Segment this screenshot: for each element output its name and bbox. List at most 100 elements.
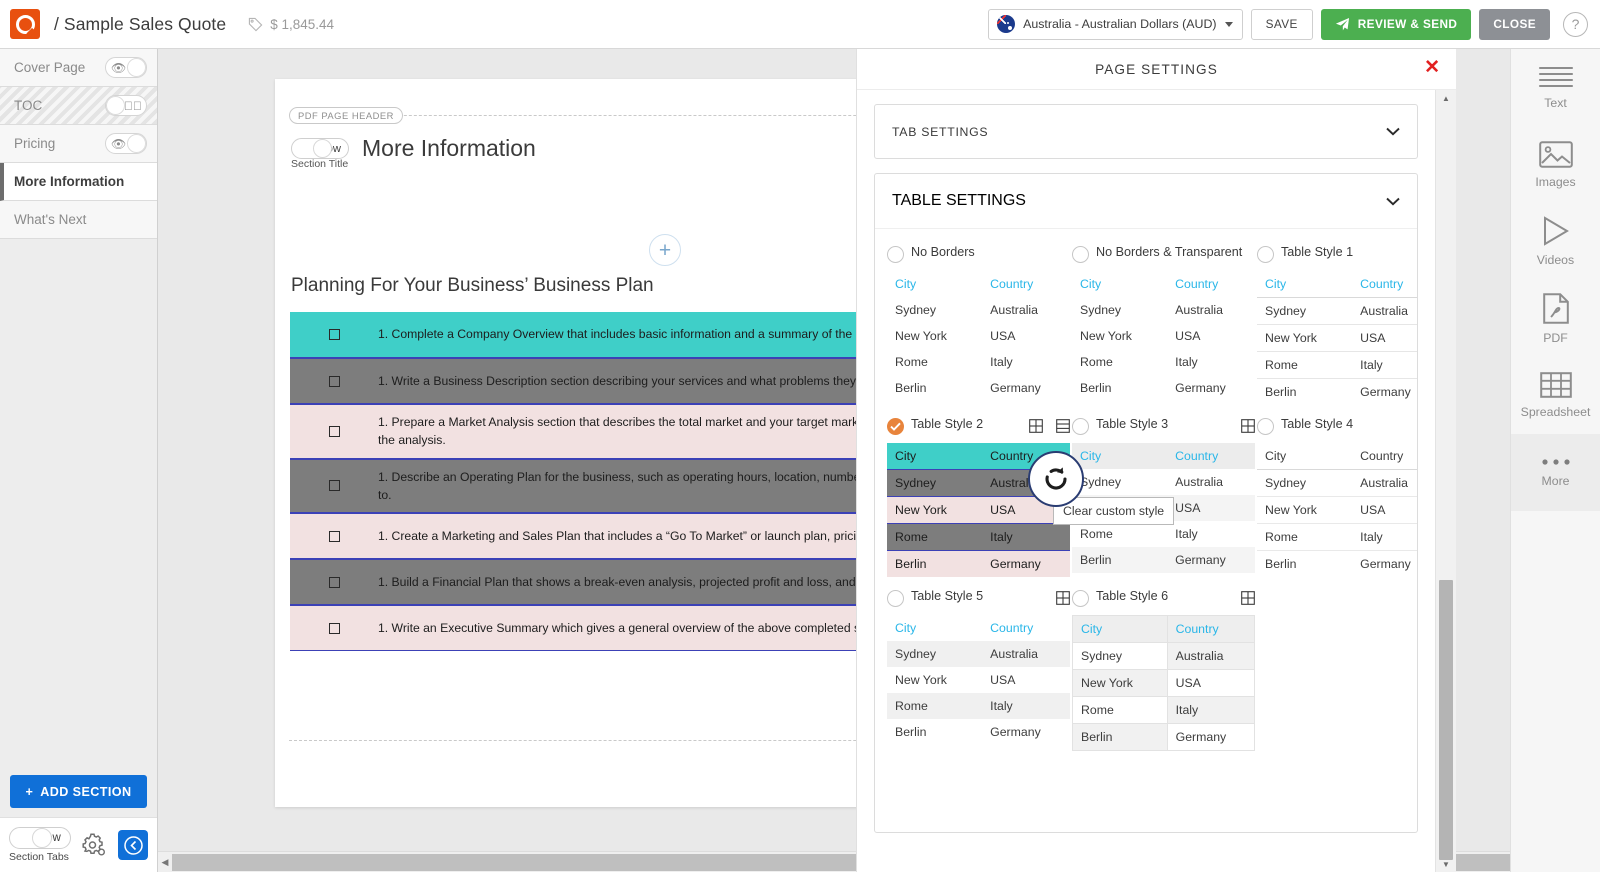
radio-checked-icon[interactable]: [887, 418, 904, 435]
radio-icon[interactable]: [1072, 418, 1089, 435]
visibility-toggle-toc[interactable]: 👁⃠: [105, 95, 147, 116]
scroll-left-arrow-icon[interactable]: ◀: [158, 857, 172, 868]
tag-icon: [248, 17, 263, 32]
table-preview-column-header: Country: [982, 271, 1070, 297]
table-preview-cell: Australia: [1167, 643, 1254, 670]
table-preview-row: RomeItaly: [887, 524, 1070, 551]
app-logo-icon[interactable]: [10, 9, 40, 39]
vertical-scroll-thumb[interactable]: [1439, 580, 1453, 860]
tool-label: Videos: [1537, 253, 1574, 267]
tool-images[interactable]: Images: [1511, 126, 1600, 203]
table-settings-label: TABLE SETTINGS: [892, 192, 1026, 210]
add-block-button[interactable]: +: [649, 234, 681, 266]
table-style-option-header: Table Style 5: [887, 589, 1070, 607]
document-title[interactable]: / Sample Sales Quote: [54, 14, 226, 35]
tool-videos[interactable]: Videos: [1511, 203, 1600, 280]
table-settings-header[interactable]: TABLE SETTINGS: [875, 174, 1417, 229]
table-style-option-7[interactable]: Table Style 5CityCountrySydneyAustraliaN…: [887, 589, 1070, 751]
table-style-option-2[interactable]: No Borders & TransparentCityCountrySydne…: [1072, 245, 1255, 405]
table-grid-icon[interactable]: [1029, 419, 1043, 433]
table-preview-cell: Australia: [1352, 298, 1418, 325]
row-checkbox-cell[interactable]: [290, 376, 378, 387]
radio-icon[interactable]: [887, 246, 904, 263]
table-preview-cell: Germany: [982, 375, 1070, 401]
table-grid-icon[interactable]: [1241, 419, 1255, 433]
review-and-send-label: REVIEW & SEND: [1358, 17, 1458, 31]
radio-icon[interactable]: [1257, 246, 1274, 263]
row-checkbox-cell[interactable]: [290, 480, 378, 491]
save-button[interactable]: SAVE: [1251, 9, 1313, 40]
row-checkbox-cell[interactable]: [290, 426, 378, 437]
checkbox-icon[interactable]: [329, 480, 340, 491]
checkbox-icon[interactable]: [329, 531, 340, 542]
page-settings-scrollbar[interactable]: ▲ ▼: [1435, 90, 1456, 872]
table-preview-row: New YorkUSA: [1073, 670, 1255, 697]
table-preview-cell: Italy: [1352, 352, 1418, 379]
clear-custom-style-button[interactable]: [1056, 419, 1070, 433]
table-preview-row: RomeItaly: [887, 349, 1070, 375]
radio-icon[interactable]: [1072, 590, 1089, 607]
table-preview-header-row: CityCountry: [1072, 443, 1255, 469]
table-preview-row: SydneyAustralia: [887, 641, 1070, 667]
table-style-option-8[interactable]: Table Style 6CityCountrySydneyAustraliaN…: [1072, 589, 1255, 751]
close-icon[interactable]: ✕: [1424, 58, 1440, 77]
currency-select[interactable]: Australia - Australian Dollars (AUD): [988, 9, 1243, 40]
row-checkbox-cell[interactable]: [290, 531, 378, 542]
table-preview-cell: Germany: [1352, 379, 1418, 406]
section-title-show-toggle[interactable]: Show: [291, 138, 349, 159]
table-style-option-1[interactable]: No BordersCityCountrySydneyAustraliaNew …: [887, 245, 1070, 405]
table-preview-column-header: City: [1073, 616, 1168, 643]
table-grid-icon[interactable]: [1241, 591, 1255, 605]
checkbox-icon[interactable]: [329, 623, 340, 634]
row-checkbox-cell[interactable]: [290, 329, 378, 340]
section-tabs-toggle[interactable]: Show: [9, 827, 71, 849]
eye-icon: 👁: [111, 138, 126, 150]
review-and-send-button[interactable]: REVIEW & SEND: [1321, 9, 1472, 40]
add-section-button[interactable]: + ADD SECTION: [10, 775, 147, 808]
row-checkbox-cell[interactable]: [290, 623, 378, 634]
table-style-option-3[interactable]: Table Style 1CityCountrySydneyAustraliaN…: [1257, 245, 1418, 405]
table-preview-cell: USA: [1167, 323, 1255, 349]
sidebar-item-pricing[interactable]: Pricing 👁: [0, 125, 157, 163]
tool-more[interactable]: More: [1511, 434, 1600, 511]
content-heading[interactable]: Planning For Your Business’ Business Pla…: [291, 275, 654, 297]
chevron-down-icon: [1225, 22, 1233, 27]
chevron-down-icon: [1386, 127, 1400, 136]
sidebar-item-toc[interactable]: TOC 👁⃠: [0, 87, 157, 125]
reset-circular-arrow-icon[interactable]: [1041, 464, 1071, 494]
help-icon[interactable]: ?: [1563, 12, 1588, 37]
table-grid-icon[interactable]: [1056, 591, 1070, 605]
sidebar-item-more-information[interactable]: More Information: [0, 163, 157, 201]
row-checkbox-cell[interactable]: [290, 577, 378, 588]
tab-settings-accordion[interactable]: TAB SETTINGS: [874, 104, 1418, 159]
scroll-down-arrow-icon[interactable]: ▼: [1436, 856, 1456, 872]
checkbox-icon[interactable]: [329, 426, 340, 437]
sidebar-item-cover-page[interactable]: Cover Page 👁: [0, 49, 157, 87]
checkbox-icon[interactable]: [329, 329, 340, 340]
table-style-option-6[interactable]: Table Style 4CityCountrySydneyAustraliaN…: [1257, 417, 1418, 577]
table-preview-row: RomeItaly: [1257, 352, 1418, 379]
tool-spreadsheet[interactable]: Spreadsheet: [1511, 357, 1600, 434]
table-style-name: Table Style 1: [1281, 245, 1353, 261]
radio-icon[interactable]: [1257, 418, 1274, 435]
visibility-toggle-cover-page[interactable]: 👁: [105, 57, 147, 78]
collapse-sidebar-button[interactable]: [118, 830, 148, 860]
tool-text[interactable]: Text: [1511, 49, 1600, 126]
table-preview-column-header: City: [1072, 271, 1167, 297]
table-preview-cell: Italy: [982, 349, 1070, 375]
checkbox-icon[interactable]: [329, 376, 340, 387]
table-preview-cell: Berlin: [1073, 724, 1168, 751]
circle-arrow-left-icon: [124, 836, 143, 855]
table-preview-row: SydneyAustralia: [1073, 643, 1255, 670]
settings-gear-button[interactable]: [80, 832, 106, 858]
sidebar-item-whats-next[interactable]: What's Next: [0, 201, 157, 239]
checkbox-icon[interactable]: [329, 577, 340, 588]
tool-pdf[interactable]: PDF: [1511, 280, 1600, 357]
visibility-toggle-pricing[interactable]: 👁: [105, 133, 147, 154]
radio-icon[interactable]: [887, 590, 904, 607]
table-preview-row: BerlinGermany: [1073, 724, 1255, 751]
scroll-up-arrow-icon[interactable]: ▲: [1436, 90, 1456, 106]
radio-icon[interactable]: [1072, 246, 1089, 263]
close-button[interactable]: CLOSE: [1479, 9, 1550, 40]
section-title-text[interactable]: More Information: [362, 135, 536, 162]
